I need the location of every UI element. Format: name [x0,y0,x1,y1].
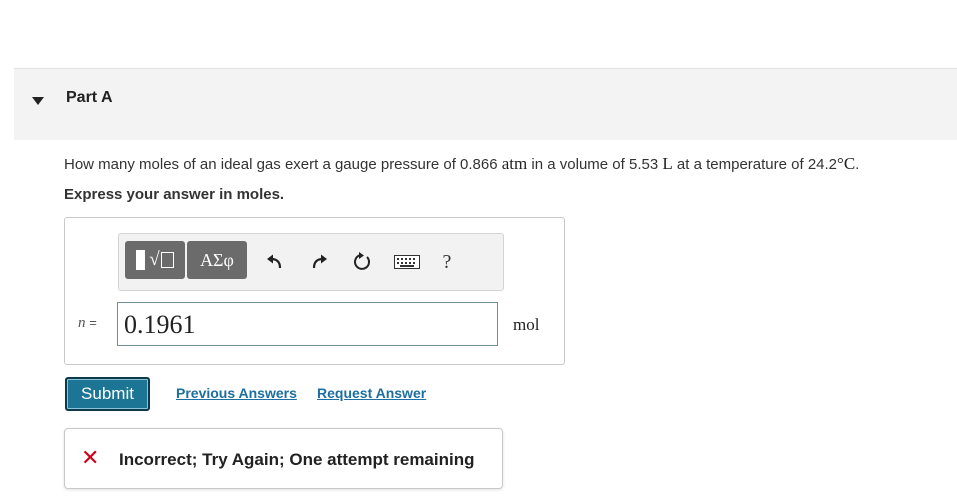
feedback-box: ✕ Incorrect; Try Again; One attempt rema… [64,428,503,489]
part-header[interactable]: Part A [14,68,957,140]
undo-icon[interactable] [261,248,289,276]
templates-button[interactable]: √ [125,241,185,279]
question-mid-temp: at a temperature of 24.2 [672,156,838,173]
question-suffix: . [855,156,860,173]
pressure-unit: atm [501,154,528,173]
question-text: How many moles of an ideal gas exert a g… [64,154,859,174]
unit-label: mol [513,315,540,334]
equals-sign: = [89,315,97,330]
reset-icon[interactable] [348,248,376,276]
redo-icon[interactable] [305,248,333,276]
temperature-unit: °C [837,154,856,173]
variable-name: n [78,315,86,331]
keyboard-icon[interactable] [393,248,421,276]
answer-instruction: Express your answer in moles. [64,186,285,203]
toolbar-button-group: √ ΑΣφ [125,241,247,279]
submit-button[interactable]: Submit [65,377,150,411]
volume-unit: L [662,154,673,173]
part-title: Part A [66,89,113,106]
x-icon: ✕ [81,445,100,470]
templates-icon: √ [136,249,174,271]
greek-symbols-button[interactable]: ΑΣφ [187,241,247,279]
help-button[interactable]: ? [433,248,461,276]
math-toolbar: √ ΑΣφ ? [118,233,504,291]
question-mid-volume: in a volume of 5.53 [527,156,663,173]
question-prefix: How many moles of an ideal gas exert a g… [64,156,502,173]
feedback-text: Incorrect; Try Again; One attempt remain… [119,450,475,469]
variable-label: n = [78,315,97,332]
request-answer-link[interactable]: Request Answer [317,385,426,401]
previous-answers-link[interactable]: Previous Answers [176,385,297,401]
collapse-caret-icon[interactable] [32,97,44,105]
answer-box: √ ΑΣφ ? n = 0.1961 mol [64,217,565,365]
answer-input[interactable]: 0.1961 [117,302,498,346]
